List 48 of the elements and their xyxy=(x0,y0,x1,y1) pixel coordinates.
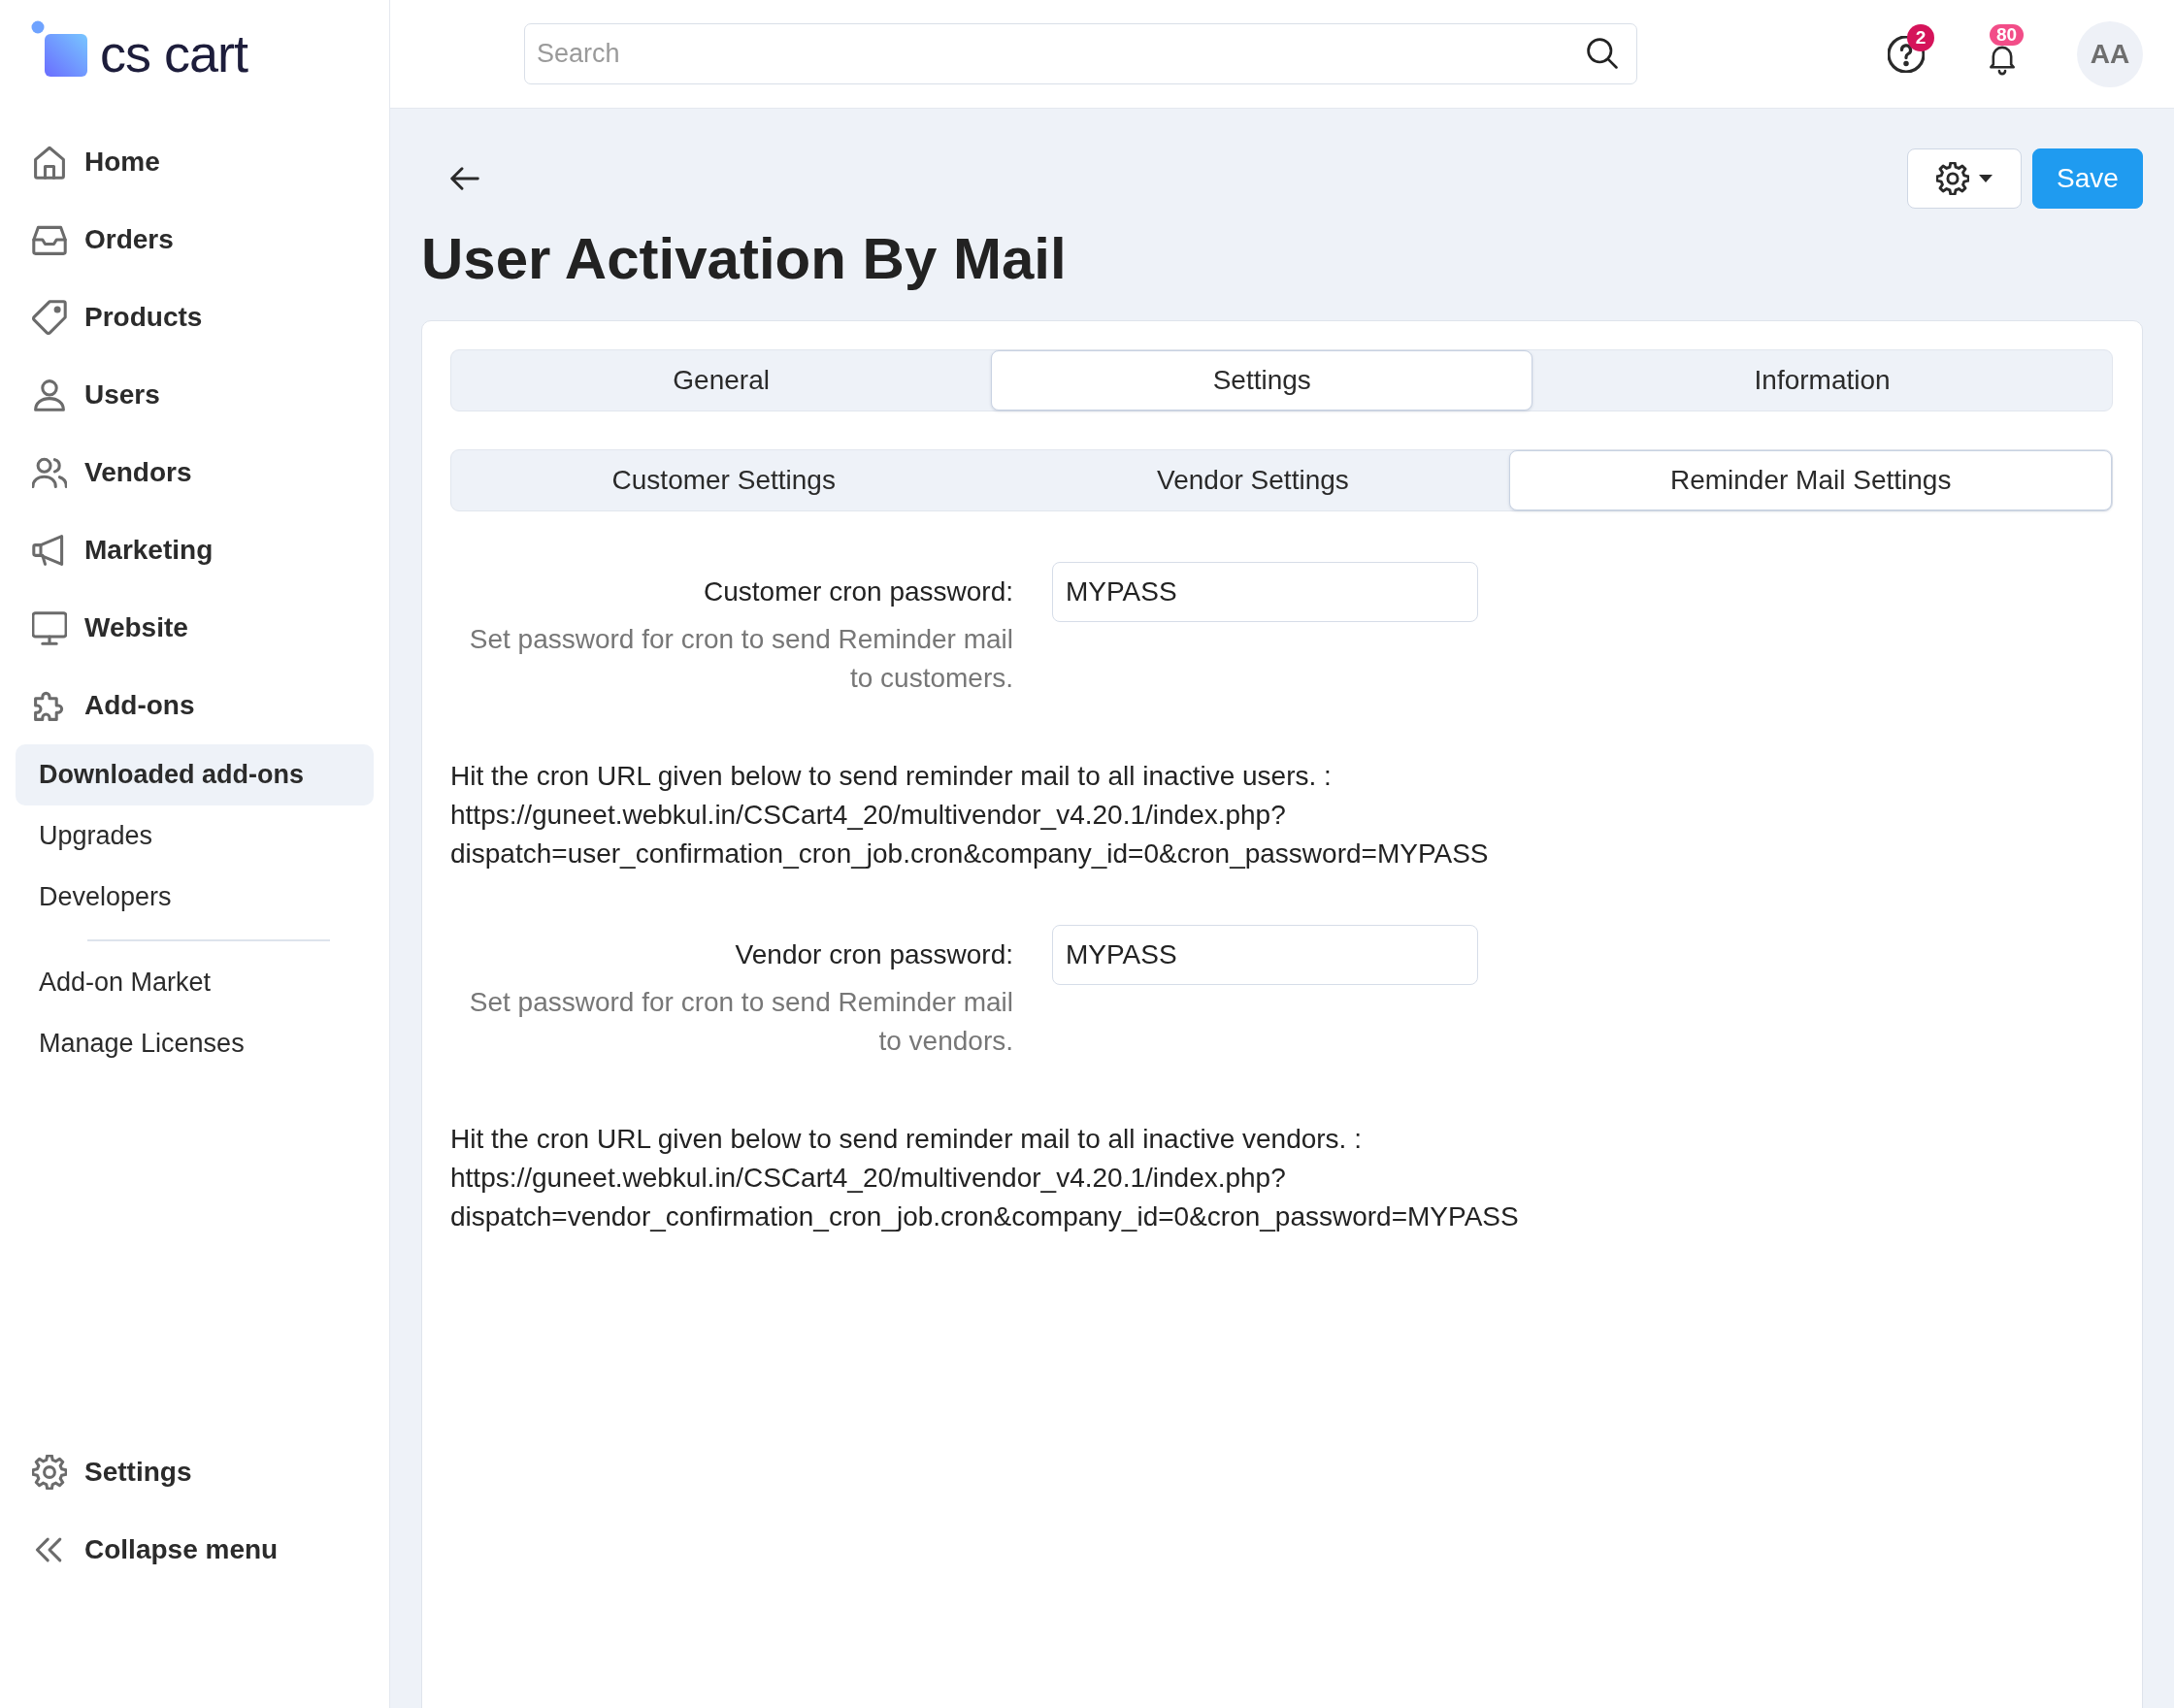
tab[interactable]: Customer Settings xyxy=(451,450,997,510)
home-icon xyxy=(32,145,67,180)
two-users-icon xyxy=(32,455,67,490)
tag-icon xyxy=(32,300,67,335)
count-badge: 2 xyxy=(1907,23,1934,51)
search-field[interactable]: Search xyxy=(524,23,1637,84)
monitor-icon xyxy=(32,610,67,645)
logo-icon xyxy=(31,20,87,77)
settings-dropdown-button[interactable] xyxy=(1907,148,2022,209)
sidebar-item[interactable]: Vendors xyxy=(0,434,389,511)
back-arrow-icon[interactable] xyxy=(450,164,479,193)
sidebar-item[interactable]: Users xyxy=(0,356,389,434)
page-title: User Activation By Mail xyxy=(421,225,1068,293)
sidebar-subitem[interactable]: Developers xyxy=(16,867,374,928)
tab[interactable]: Information xyxy=(1532,350,2112,411)
field-label: Vendor cron password: xyxy=(734,938,1013,971)
sidebar-item[interactable]: Products xyxy=(0,279,389,356)
sidebar-item[interactable]: Website xyxy=(0,589,389,667)
sidebar-subitem[interactable]: Upgrades xyxy=(16,805,374,867)
sidebar-item[interactable]: Collapse menu xyxy=(0,1511,389,1589)
field-help-text: Set password for cron to send Reminder mail to vendors. xyxy=(468,986,1013,1058)
sidebar-subitem[interactable]: Downloaded add-ons xyxy=(16,744,374,805)
logo-text: cs cart xyxy=(100,27,248,80)
sidebar-item[interactable]: Settings xyxy=(0,1433,389,1511)
cron-url-note: Hit the cron URL given below to send reminder mail to all inactive vendors. : https://guneet.webkul.in/CSCart4_20/multivendor_v4.20.1/index.php? dispatch=vendor_confirmation_cron_job.cron&company_id=0&cron_password=MYPASS xyxy=(450,1123,1520,1233)
sidebar-item[interactable]: Home xyxy=(0,123,389,201)
search-icon[interactable] xyxy=(1587,38,1618,69)
password-field[interactable]: MYPASS xyxy=(1052,925,1478,985)
tab[interactable]: Reminder Mail Settings xyxy=(1509,450,2112,510)
settings-icon xyxy=(32,1455,67,1490)
tab[interactable]: General xyxy=(451,350,992,411)
user-avatar[interactable]: AA xyxy=(2077,20,2143,87)
tab[interactable]: Vendor Settings xyxy=(996,450,1510,510)
sidebar-subitem[interactable]: Add-on Market xyxy=(16,952,374,1013)
field-label: Customer cron password: xyxy=(703,575,1013,608)
tab[interactable]: Settings xyxy=(991,350,1533,411)
user-icon xyxy=(32,378,67,412)
caret-icon xyxy=(1979,175,1993,182)
count-badge: 80 xyxy=(1990,23,2025,46)
sidebar-subitem[interactable]: Manage Licenses xyxy=(16,1013,374,1074)
sidebar-item[interactable]: Marketing xyxy=(0,511,389,589)
bell-icon[interactable] xyxy=(1990,45,2015,76)
gear-icon xyxy=(1936,162,1969,195)
field-help-text: Set password for cron to send Reminder mail to customers. xyxy=(468,623,1013,695)
sidebar-item[interactable]: Orders xyxy=(0,201,389,279)
cron-url-note: Hit the cron URL given below to send reminder mail to all inactive users. : https://guneet.webkul.in/CSCart4_20/multivendor_v4.20.1/index.php? dispatch=user_confirmation_cron_job.cron&company_id=0&cron_password=MYPASS xyxy=(450,760,1490,870)
sidebar-item[interactable]: Add-ons xyxy=(0,667,389,744)
password-field[interactable]: MYPASS xyxy=(1052,562,1478,622)
